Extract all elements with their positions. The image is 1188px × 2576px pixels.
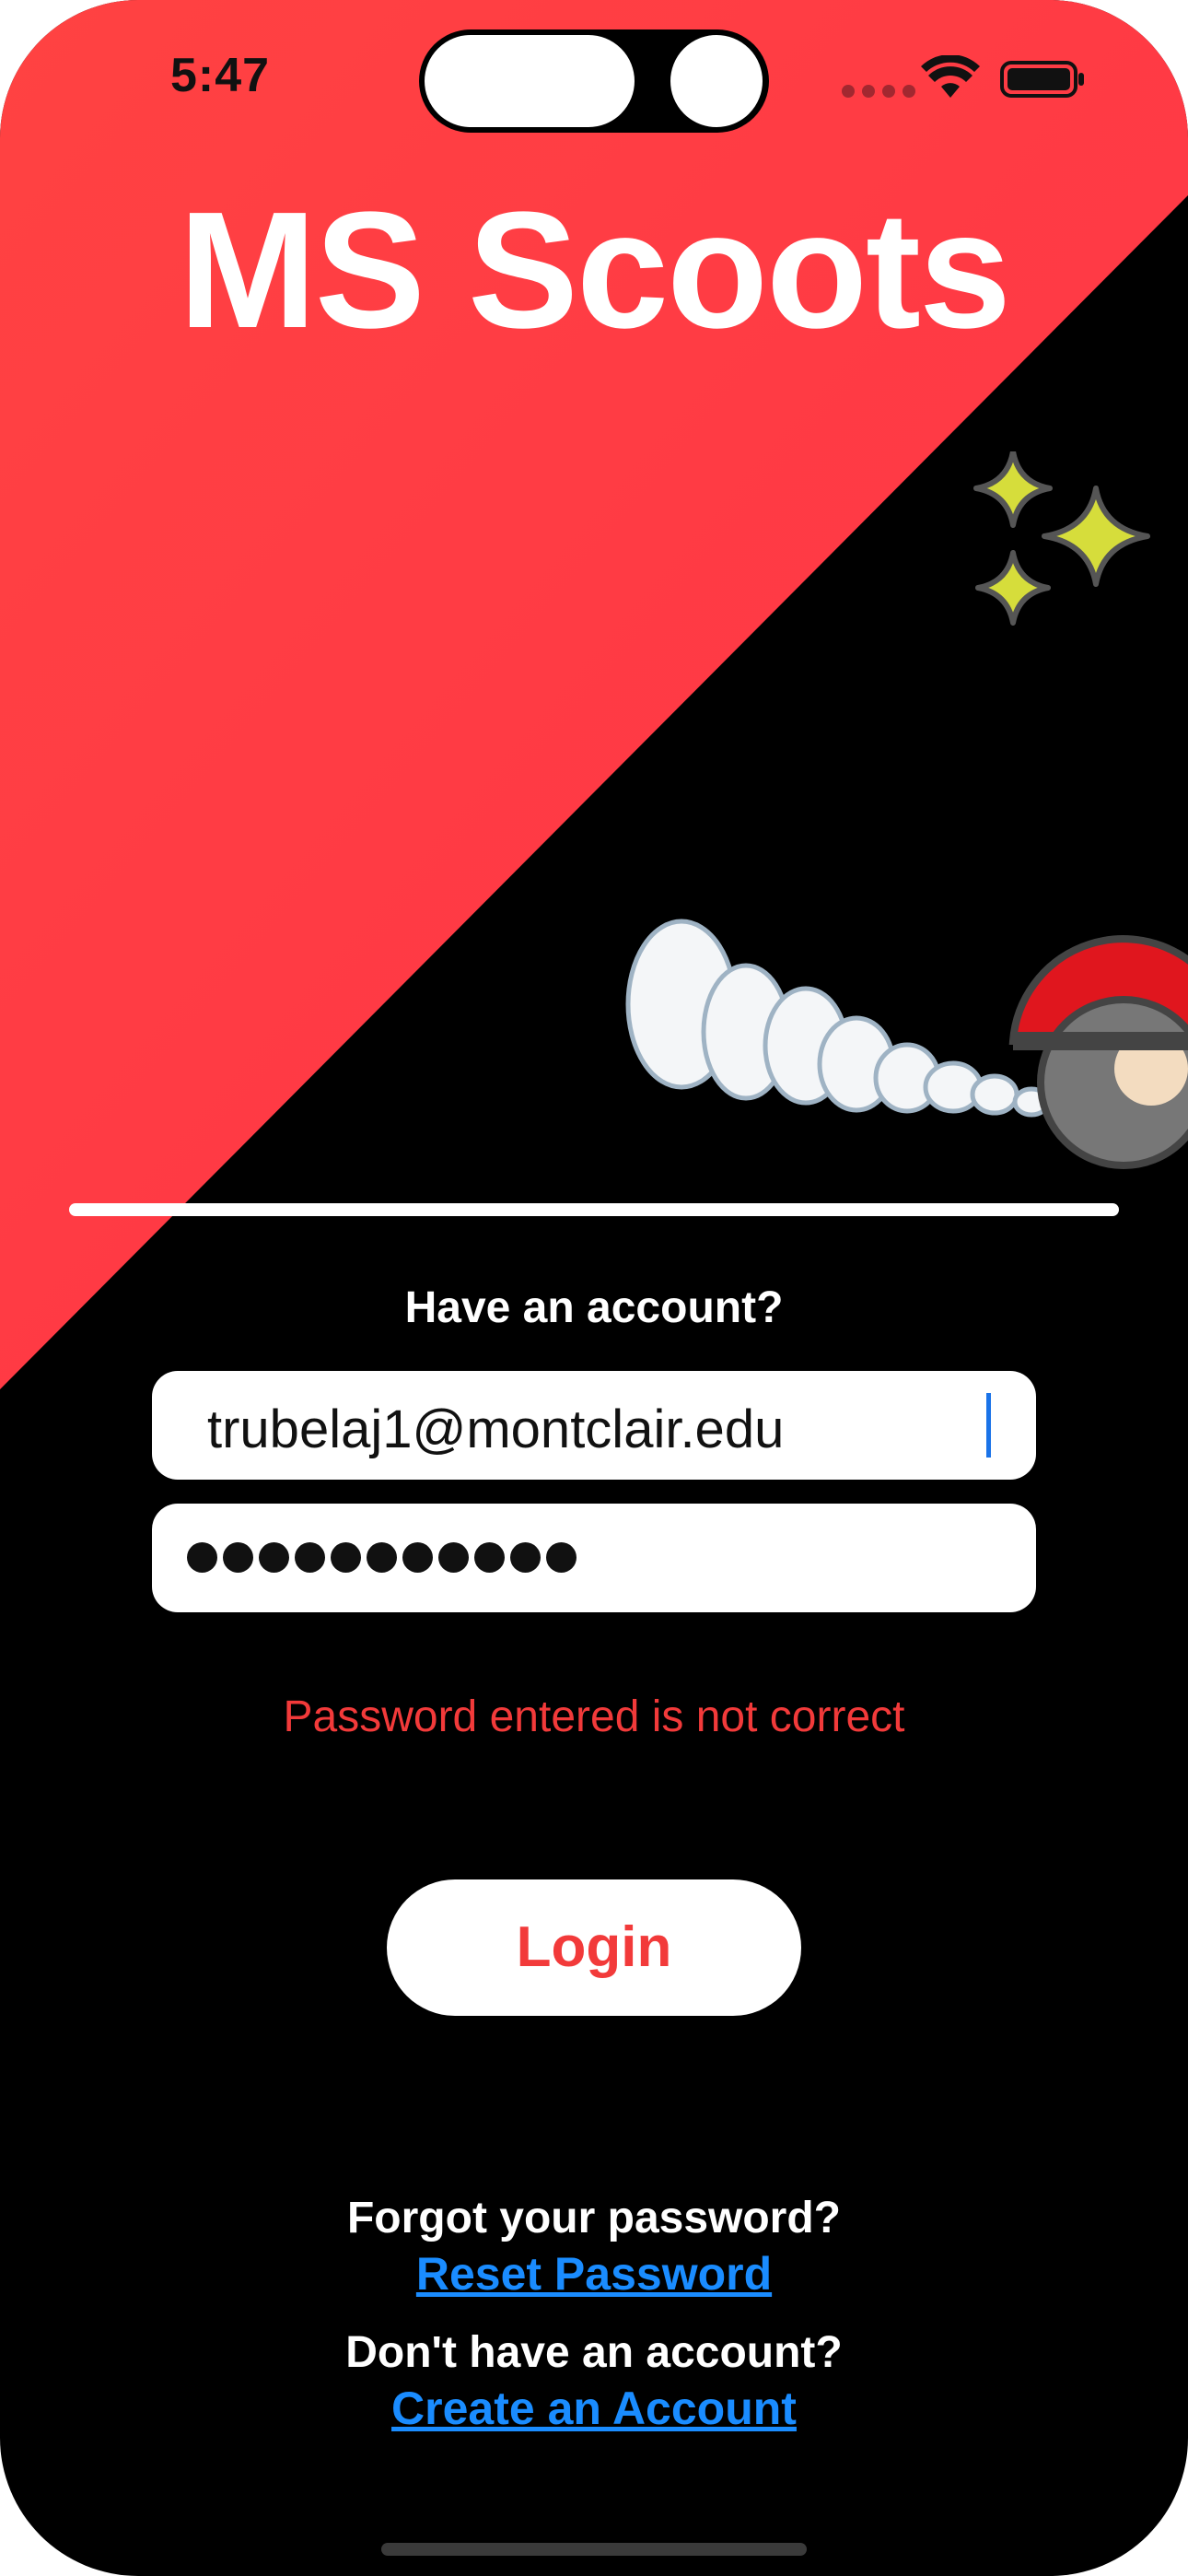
create-account-link[interactable]: Create an Account (391, 2382, 797, 2435)
scooter-with-smoke-illustration (625, 919, 1188, 1169)
forgot-password-block: Forgot your password? Reset Password (0, 2193, 1188, 2301)
app-title: MS Scoots (178, 178, 1011, 363)
password-dot (474, 1542, 505, 1573)
wifi-icon (921, 55, 980, 98)
password-dot (438, 1542, 469, 1573)
password-dot (187, 1542, 217, 1573)
battery-icon (1000, 61, 1084, 98)
password-dot (295, 1542, 325, 1573)
dynamic-island-circle (667, 31, 766, 131)
status-bar: 5:47 (0, 0, 1188, 166)
create-account-block: Don't have an account? Create an Account (0, 2327, 1188, 2435)
status-time: 5:47 (170, 49, 271, 102)
text-cursor (986, 1393, 991, 1458)
email-value: trubelaj1@montclair.edu (207, 1399, 785, 1459)
forgot-password-question: Forgot your password? (346, 2194, 841, 2242)
home-indicator (381, 2543, 807, 2556)
no-account-question: Don't have an account? (345, 2328, 843, 2377)
dynamic-island-pill (421, 31, 638, 131)
have-account-prompt: Have an account? (404, 1283, 784, 1332)
password-dot (402, 1542, 433, 1573)
cellular-signal-icon (842, 85, 923, 102)
login-button[interactable]: Login (387, 1879, 801, 2016)
password-field[interactable] (152, 1504, 1036, 1612)
password-dot (331, 1542, 361, 1573)
error-message: Password entered is not correct (283, 1692, 905, 1741)
password-dot (367, 1542, 397, 1573)
divider-line (69, 1203, 1119, 1216)
password-dot (546, 1542, 577, 1573)
reset-password-link[interactable]: Reset Password (416, 2247, 772, 2301)
email-field[interactable]: trubelaj1@montclair.edu (152, 1371, 1036, 1480)
password-dot (259, 1542, 289, 1573)
password-dot (510, 1542, 541, 1573)
password-dot (223, 1542, 253, 1573)
login-screen: 5:47 MS Scoots Have an account? trubelaj… (0, 0, 1188, 2576)
password-masked-value (187, 1542, 582, 1577)
sparkles-icon (973, 451, 1150, 626)
